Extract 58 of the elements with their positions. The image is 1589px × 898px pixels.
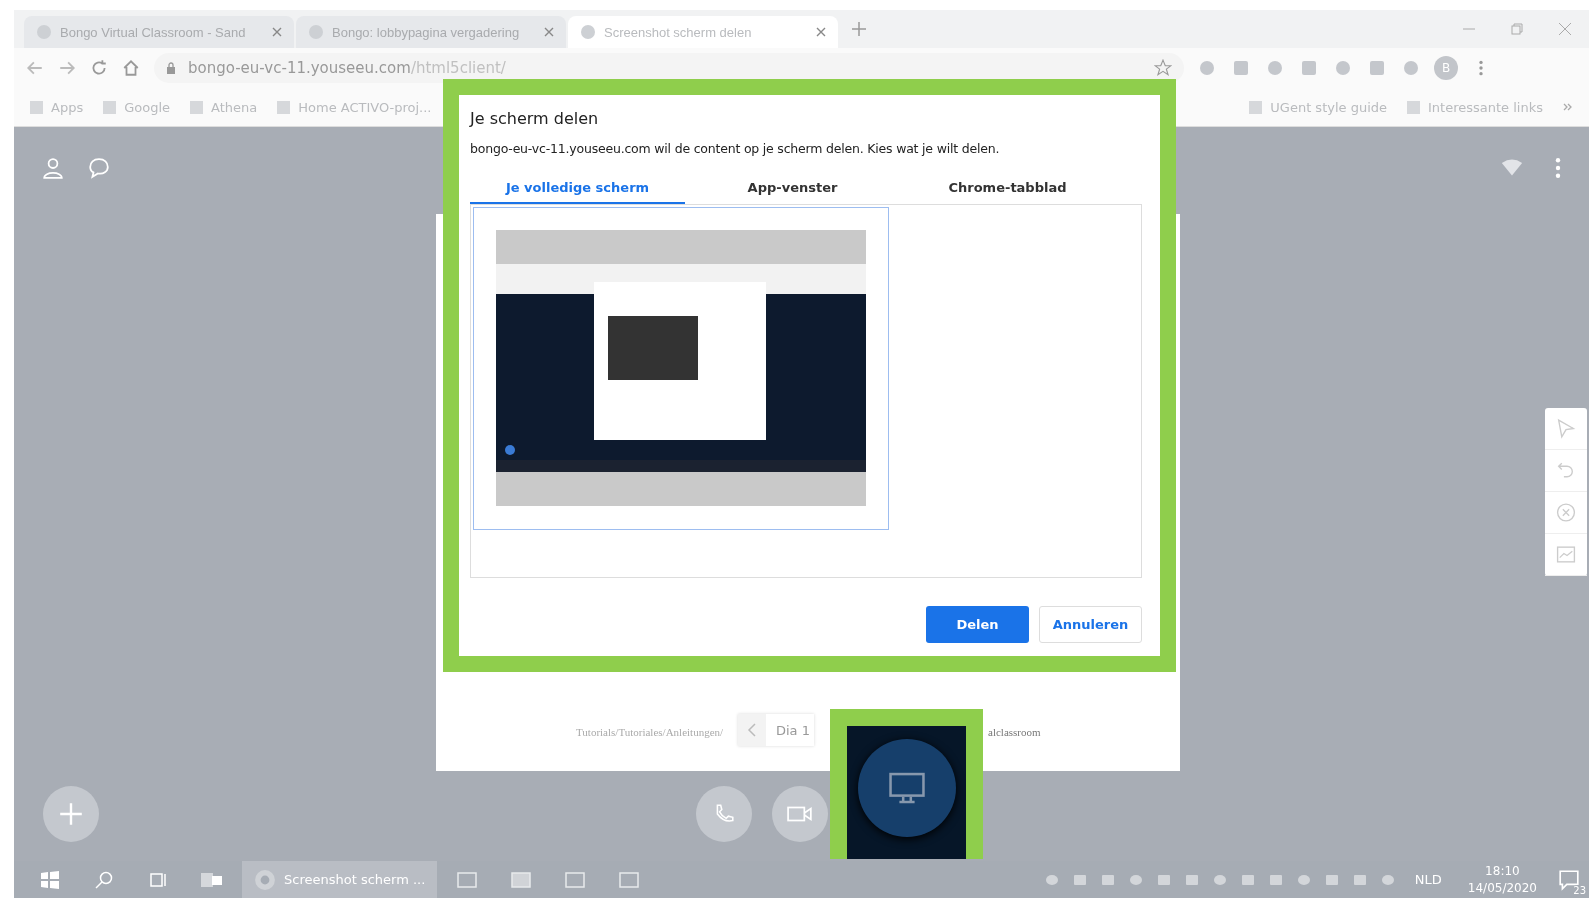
dialog-message: bongo-eu-vc-11.youseeu.com wil de content op je scherm delen. Kies wat je wilt delen. [470,141,1001,156]
previous-slide-icon[interactable] [738,714,766,746]
clock[interactable]: 18:10 14/05/2020 [1467,862,1537,897]
lock-icon [166,62,176,74]
audio-button[interactable] [696,786,752,842]
bookmark-link[interactable]: Google [103,99,170,115]
bookmark-link[interactable]: Home ACTIVO-proj... [277,99,432,115]
home-icon[interactable] [122,59,140,77]
video-button[interactable] [772,786,828,842]
browser-app-icon [254,868,276,891]
dialog-tab[interactable]: Chrome-tabblad [900,172,1115,204]
chevron-icon[interactable] [1563,102,1573,112]
cancel-button[interactable]: Annuleren [1039,606,1142,643]
taskbar-app-button[interactable]: Screenshot scherm ... [242,861,438,898]
star-icon[interactable] [1154,59,1172,77]
screen-share-button[interactable] [857,738,956,837]
add-button[interactable] [43,786,99,842]
extension-icon[interactable] [1300,59,1318,77]
browser-tab[interactable]: Screenshot scherm delen [568,16,838,48]
plus-icon [59,802,83,826]
extension-icon[interactable] [1266,59,1284,77]
screen-option-card[interactable] [473,207,889,530]
bookmark-link[interactable]: Apps [30,99,84,115]
slide-text: Tutorials/Tutoriales/Anleitungen/ [576,726,724,738]
new-tab-icon[interactable] [852,22,866,36]
language-indicator[interactable]: NLD [1414,872,1442,887]
video-camera-icon [787,805,813,823]
forward-icon[interactable] [58,59,76,77]
bookmark-link[interactable]: Athena [190,99,258,115]
extension-icon[interactable] [1232,59,1250,77]
bookmark-link[interactable]: UGent style guide [1249,99,1388,115]
close-icon[interactable] [544,27,554,37]
close-icon[interactable] [272,27,282,37]
tab-favicon-icon [580,24,596,40]
notifications-button[interactable]: 23 [1553,863,1585,896]
dialog-tab[interactable]: App-venster [685,172,900,204]
tab-favicon-icon [308,24,324,40]
share-button[interactable]: Delen [926,606,1029,643]
dialog-title: Je scherm delen [470,109,600,128]
close-icon[interactable] [1559,23,1571,35]
monitor-icon [887,770,926,805]
extension-icon[interactable] [1198,59,1216,77]
chat-icon[interactable] [88,157,110,179]
reload-icon[interactable] [90,59,108,77]
tab-favicon-icon [36,24,52,40]
back-icon[interactable] [26,59,44,77]
extension-icon[interactable] [1402,59,1420,77]
dialog-tab[interactable]: Je volledige scherm [470,172,685,204]
extension-icon[interactable] [1368,59,1386,77]
browser-tab[interactable]: Bongo: lobbypagina vergadering [296,16,566,48]
profile-avatar[interactable]: B [1434,56,1458,80]
extension-icon[interactable] [1334,59,1352,77]
close-icon[interactable] [816,27,826,37]
bookmark-link[interactable]: Interessante links [1407,99,1543,115]
restore-icon[interactable] [1511,23,1523,35]
browser-tab[interactable]: Bongo Virtual Classroom - Sand [24,16,294,48]
user-icon[interactable] [42,157,64,179]
slide-text: alclassroom [988,726,1041,738]
